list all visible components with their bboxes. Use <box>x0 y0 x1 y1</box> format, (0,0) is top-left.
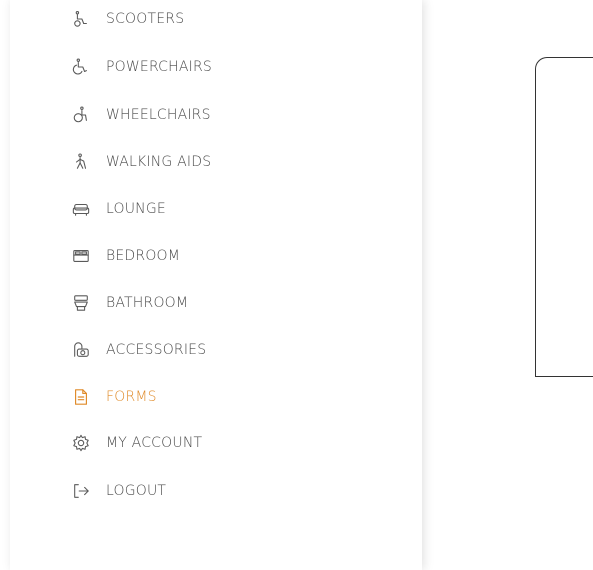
page-gutter <box>0 0 10 570</box>
document-icon <box>72 387 96 407</box>
sidebar-item-label: BEDROOM <box>106 248 181 264</box>
sidebar-item-forms[interactable]: FORMS <box>72 386 157 408</box>
logout-icon <box>72 481 96 501</box>
sidebar-item-label: LOUNGE <box>106 201 166 217</box>
sidebar-item-logout[interactable]: LOGOUT <box>72 480 166 502</box>
sidebar-item-label: LOGOUT <box>106 483 167 499</box>
sidebar-item-label: FORMS <box>106 389 157 405</box>
sidebar-item-label: SCOOTERS <box>106 11 185 27</box>
sidebar-item-label: WALKING AIDS <box>106 154 212 170</box>
gear-icon <box>72 433 96 453</box>
accessories-icon <box>72 340 96 360</box>
wheelchair-icon <box>72 105 96 125</box>
sidebar-item-lounge[interactable]: LOUNGE <box>72 198 166 220</box>
toilet-icon <box>72 293 96 313</box>
scooter-icon <box>72 9 96 29</box>
sidebar-item-walking-aids[interactable]: WALKING AIDS <box>72 151 211 173</box>
sidebar-item-powerchairs[interactable]: POWERCHAIRS <box>72 56 212 78</box>
sidebar-item-label: BATHROOM <box>106 295 189 311</box>
sofa-icon <box>72 199 96 219</box>
content-card <box>535 57 593 377</box>
sidebar: SCOOTERS POWERCHAIRS WHEELCHAIRS WALKING… <box>10 0 422 570</box>
walking-aid-icon <box>72 152 96 172</box>
sidebar-item-scooters[interactable]: SCOOTERS <box>72 8 184 30</box>
sidebar-item-my-account[interactable]: MY ACCOUNT <box>72 432 202 454</box>
sidebar-item-wheelchairs[interactable]: WHEELCHAIRS <box>72 104 211 126</box>
sidebar-item-label: POWERCHAIRS <box>106 59 213 75</box>
bed-icon <box>72 246 96 266</box>
sidebar-item-label: MY ACCOUNT <box>106 435 203 451</box>
sidebar-item-label: ACCESSORIES <box>106 342 207 358</box>
sidebar-item-bedroom[interactable]: BEDROOM <box>72 245 180 267</box>
sidebar-item-accessories[interactable]: ACCESSORIES <box>72 339 206 361</box>
sidebar-item-label: WHEELCHAIRS <box>106 107 211 123</box>
sidebar-item-bathroom[interactable]: BATHROOM <box>72 292 188 314</box>
powerchair-icon <box>72 57 96 77</box>
